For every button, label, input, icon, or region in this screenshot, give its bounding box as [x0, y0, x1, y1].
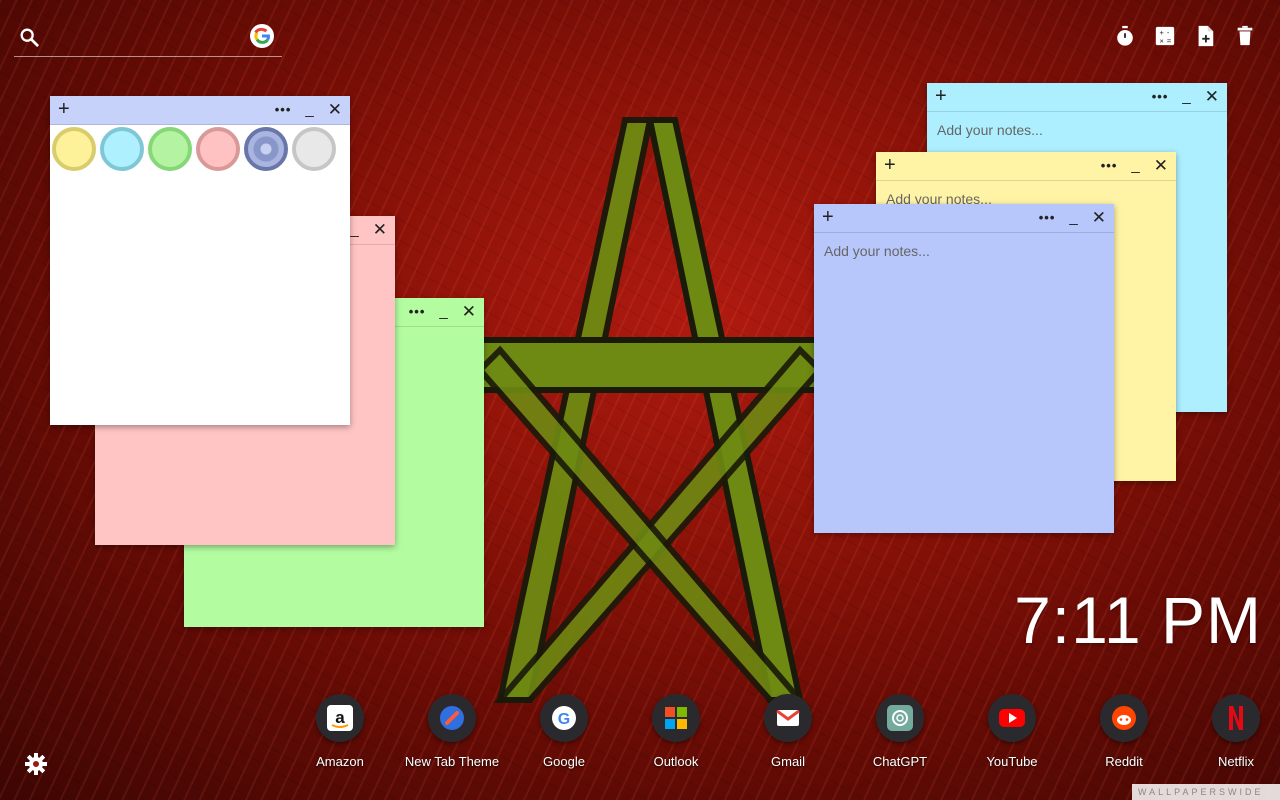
note-add-button[interactable]: + — [935, 84, 947, 108]
note-more-button[interactable]: ••• — [1152, 83, 1169, 111]
shortcut-label: Netflix — [1217, 754, 1255, 769]
color-swatch-yellow[interactable] — [52, 127, 96, 171]
note-add-button[interactable]: + — [884, 153, 896, 177]
shortcut-label: Outlook — [653, 754, 699, 769]
shortcut-label: Google — [543, 754, 585, 769]
shortcut-label: Amazon — [316, 754, 364, 769]
shortcut-netflix[interactable]: Netflix — [1180, 694, 1280, 769]
color-swatch-cyan[interactable] — [100, 127, 144, 171]
sticky-note-white[interactable]: + ••• _ ✕ — [50, 96, 350, 425]
shortcut-label: YouTube — [986, 754, 1038, 769]
note-close-button[interactable]: ✕ — [1205, 83, 1219, 111]
shortcut-chatgpt[interactable]: ChatGPT — [844, 694, 956, 769]
timer-icon[interactable] — [1114, 24, 1136, 48]
note-close-button[interactable]: ✕ — [1154, 152, 1168, 180]
note-minimize-button[interactable]: _ — [1131, 155, 1139, 177]
new-tab-theme-icon — [428, 694, 476, 742]
shortcut-amazon[interactable]: a Amazon — [284, 694, 396, 769]
pentagram-wallpaper-art — [475, 117, 825, 703]
shortcut-label: New Tab Theme — [404, 754, 500, 769]
color-swatch-gray[interactable] — [292, 127, 336, 171]
wallpaper-watermark: WALLPAPERSWIDE — [1132, 784, 1280, 800]
trash-icon[interactable] — [1234, 24, 1256, 48]
search-input[interactable] — [48, 24, 252, 52]
clock: 7:11 PM — [1014, 583, 1262, 657]
new-note-icon[interactable] — [1194, 24, 1216, 48]
amazon-icon: a — [316, 694, 364, 742]
note-close-button[interactable]: ✕ — [462, 298, 476, 326]
google-search-icon[interactable] — [250, 24, 274, 48]
note-more-button[interactable]: ••• — [1101, 152, 1118, 180]
svg-text:G: G — [558, 711, 570, 728]
netflix-icon — [1212, 694, 1260, 742]
note-more-button[interactable]: ••• — [1039, 204, 1056, 232]
reddit-icon — [1100, 694, 1148, 742]
shortcut-label: ChatGPT — [872, 754, 928, 769]
note-minimize-button[interactable]: _ — [305, 99, 313, 121]
svg-text:a: a — [335, 708, 345, 727]
shortcut-youtube[interactable]: YouTube — [956, 694, 1068, 769]
youtube-icon — [988, 694, 1036, 742]
note-close-button[interactable]: ✕ — [373, 216, 387, 244]
shortcut-reddit[interactable]: Reddit — [1068, 694, 1180, 769]
note-more-button[interactable]: ••• — [275, 96, 292, 124]
svg-text:=: = — [1167, 36, 1171, 45]
search-bar — [14, 22, 282, 57]
svg-text:×: × — [1160, 36, 1164, 45]
outlook-icon — [652, 694, 700, 742]
note-close-button[interactable]: ✕ — [328, 96, 342, 124]
color-swatch-pink[interactable] — [196, 127, 240, 171]
google-icon: G — [540, 694, 588, 742]
note-header[interactable]: + ••• _ ✕ — [814, 204, 1114, 233]
note-header[interactable]: + ••• _ ✕ — [50, 96, 350, 125]
note-header[interactable]: + ••• _ ✕ — [927, 83, 1227, 112]
top-toolbar: + - × = — [1114, 24, 1256, 48]
shortcut-dock: a Amazon New Tab Theme G Google Outlook … — [284, 694, 1280, 769]
shortcut-outlook[interactable]: Outlook — [620, 694, 732, 769]
shortcut-gmail[interactable]: Gmail — [732, 694, 844, 769]
note-minimize-button[interactable]: _ — [1069, 207, 1077, 229]
note-header[interactable]: + ••• _ ✕ — [876, 152, 1176, 181]
note-minimize-button[interactable]: _ — [439, 301, 447, 323]
note-more-button[interactable]: ••• — [409, 298, 426, 326]
shortcut-label: Gmail — [771, 754, 805, 769]
note-minimize-button[interactable]: _ — [350, 219, 358, 241]
shortcut-new-tab-theme[interactable]: New Tab Theme — [396, 694, 508, 769]
shortcut-label: Reddit — [1105, 754, 1143, 769]
calculator-icon[interactable]: + - × = — [1154, 24, 1176, 48]
chatgpt-icon — [876, 694, 924, 742]
gear-icon[interactable] — [24, 752, 48, 776]
gmail-icon — [764, 694, 812, 742]
note-add-button[interactable]: + — [58, 97, 70, 121]
note-add-button[interactable]: + — [822, 205, 834, 229]
note-close-button[interactable]: ✕ — [1092, 204, 1106, 232]
note-minimize-button[interactable]: _ — [1182, 86, 1190, 108]
color-swatch-blue[interactable] — [244, 127, 288, 171]
color-swatch-green[interactable] — [148, 127, 192, 171]
note-text-area[interactable] — [814, 233, 1114, 523]
search-icon[interactable] — [18, 26, 40, 48]
sticky-note-blue[interactable]: + ••• _ ✕ — [814, 204, 1114, 533]
color-picker — [50, 125, 350, 173]
shortcut-google[interactable]: G Google — [508, 694, 620, 769]
